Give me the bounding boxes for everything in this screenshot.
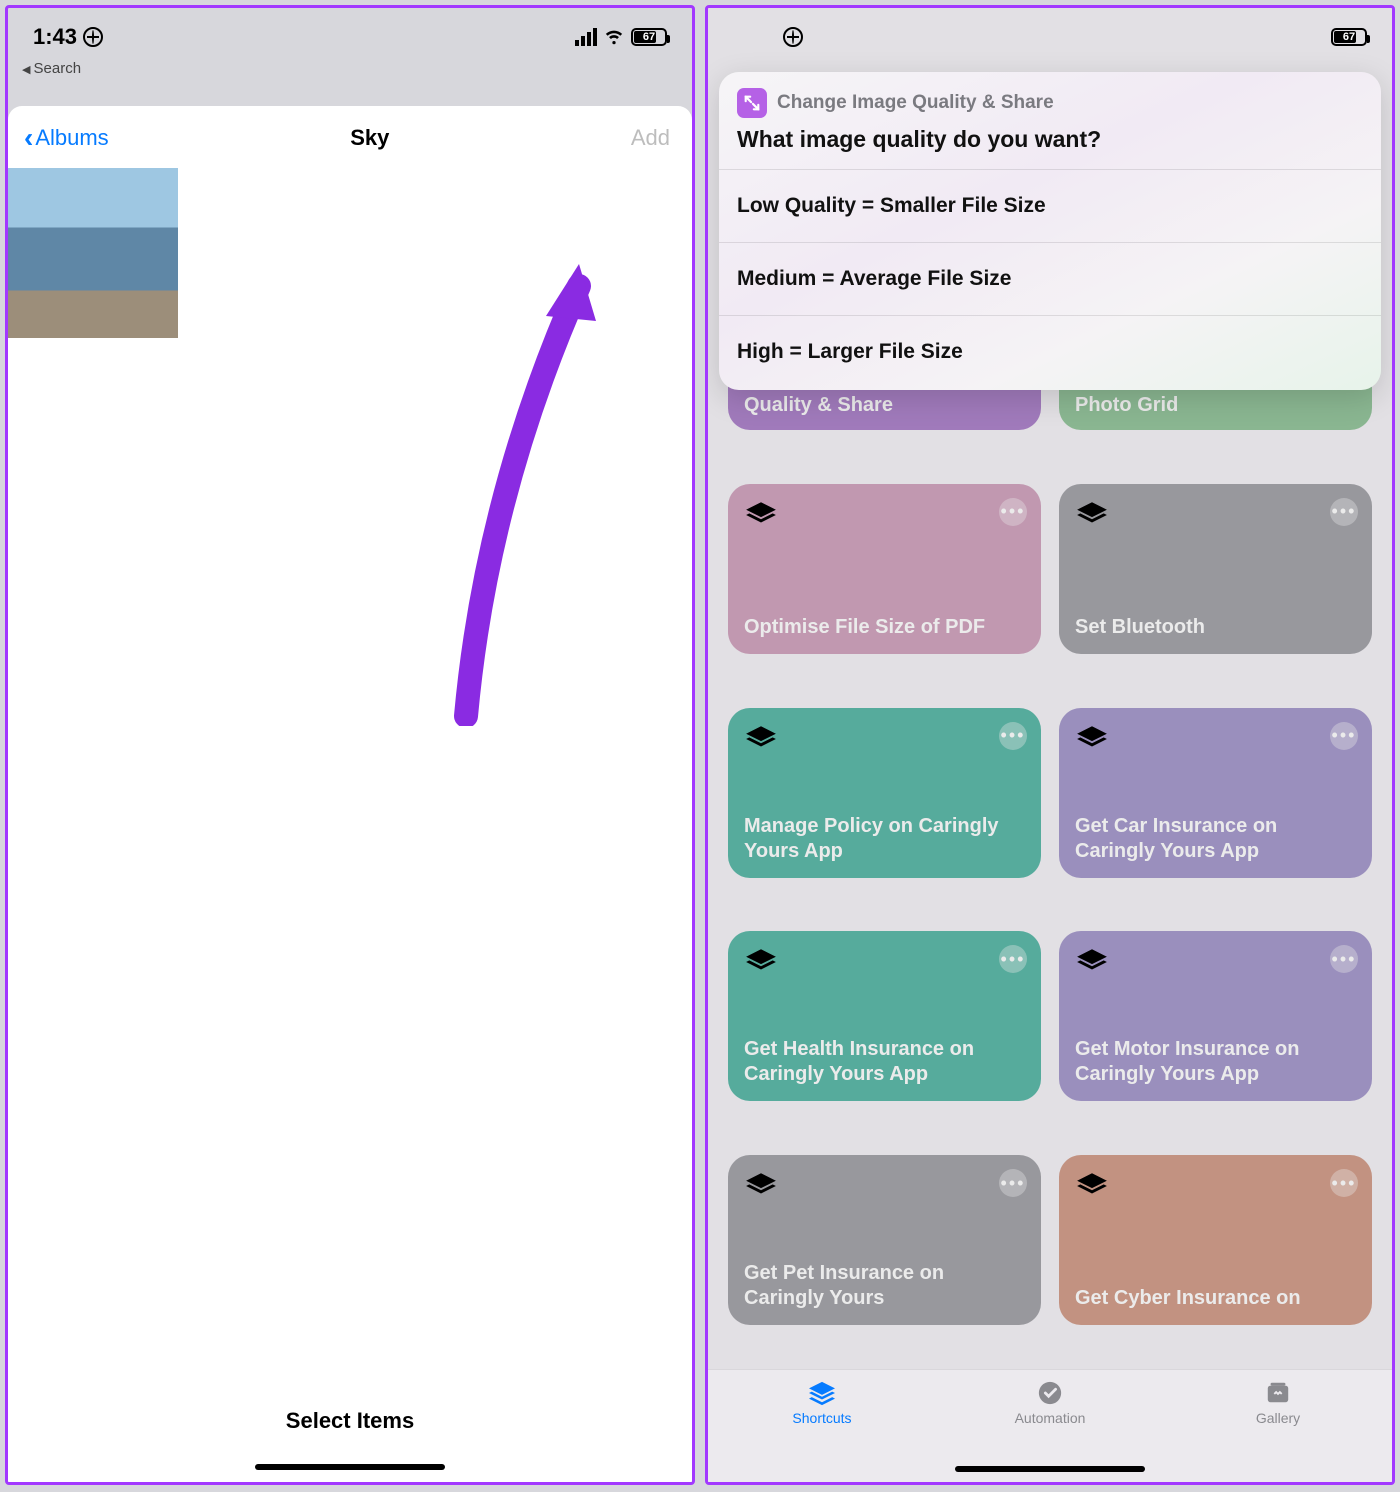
globe-icon: [783, 27, 803, 47]
sheet-app-name: Change Image Quality & Share: [777, 92, 1054, 114]
shortcut-label: Get Health Insurance on Caringly Yours A…: [744, 1037, 1025, 1087]
battery-icon: 67: [631, 28, 667, 46]
sheet-option-high[interactable]: High = Larger File Size: [719, 315, 1381, 390]
shortcut-label: Get Cyber Insurance on: [1075, 1286, 1356, 1311]
shortcut-label: Optimise File Size of PDF: [744, 615, 1025, 640]
back-to-app[interactable]: Search: [8, 56, 692, 81]
shortcut-card[interactable]: ••• Get Health Insurance on Caringly Your…: [728, 931, 1041, 1101]
cellular-icon: [575, 28, 597, 46]
more-icon[interactable]: •••: [999, 1169, 1027, 1197]
shortcut-label: Get Pet Insurance on Caringly Yours: [744, 1261, 1025, 1311]
clock: 1:43: [33, 24, 77, 50]
shortcut-label: Get Car Insurance on Caringly Yours App: [1075, 814, 1356, 864]
phone-left: 1:43 67 Search ‹ Albums Sky Add Select I…: [5, 5, 695, 1485]
home-indicator[interactable]: [955, 1466, 1145, 1472]
shortcut-card[interactable]: ••• Get Pet Insurance on Caringly Yours: [728, 1155, 1041, 1325]
shortcut-card[interactable]: ••• Manage Policy on Caringly Yours App: [728, 708, 1041, 878]
shortcut-card[interactable]: ••• Optimise File Size of PDF: [728, 484, 1041, 654]
chevron-left-icon: ‹: [24, 122, 33, 154]
tab-label: Gallery: [1256, 1410, 1300, 1426]
shortcut-card[interactable]: ••• Get Motor Insurance on Caringly Yours…: [1059, 931, 1372, 1101]
tab-label: Shortcuts: [792, 1410, 851, 1426]
sheet-option-low[interactable]: Low Quality = Smaller File Size: [719, 169, 1381, 242]
shortcut-app-icon: [737, 88, 767, 118]
sheet-question: What image quality do you want?: [719, 126, 1381, 169]
page-title: Sky: [350, 125, 389, 151]
more-icon[interactable]: •••: [999, 722, 1027, 750]
quality-prompt-sheet: Change Image Quality & Share What image …: [719, 72, 1381, 390]
shortcut-label: Get Motor Insurance on Caringly Yours Ap…: [1075, 1037, 1356, 1087]
tab-shortcuts[interactable]: Shortcuts: [708, 1370, 936, 1482]
home-indicator[interactable]: [255, 1464, 445, 1470]
shortcut-label: Photo Grid: [1075, 393, 1356, 418]
phone-right: 1:43 67 Search Quality & SharePhoto Grid…: [705, 5, 1395, 1485]
shortcuts-grid: Quality & Share Photo Grid ••• Optimise Fil…: [720, 358, 1380, 1369]
wifi-icon: [603, 24, 625, 51]
shortcut-label: Manage Policy on Caringly Yours App: [744, 814, 1025, 864]
globe-icon: [83, 27, 103, 47]
back-albums-button[interactable]: ‹ Albums: [24, 122, 109, 154]
more-icon[interactable]: •••: [1330, 945, 1358, 973]
select-items-button[interactable]: Select Items: [8, 1408, 692, 1434]
add-button[interactable]: Add: [631, 125, 670, 151]
tab-gallery[interactable]: Gallery: [1164, 1370, 1392, 1482]
back-label: Albums: [35, 125, 108, 151]
annotation-arrow-icon: [396, 246, 616, 726]
tab-label: Automation: [1015, 1410, 1086, 1426]
status-bar: 1:43 67: [8, 8, 692, 56]
more-icon[interactable]: •••: [1330, 1169, 1358, 1197]
shortcut-card[interactable]: ••• Get Cyber Insurance on: [1059, 1155, 1372, 1325]
battery-icon: 67: [1331, 28, 1367, 46]
photos-album-view: ‹ Albums Sky Add Select Items: [8, 106, 692, 1482]
photo-thumbnail[interactable]: [8, 168, 178, 338]
shortcut-card[interactable]: ••• Set Bluetooth: [1059, 484, 1372, 654]
shortcut-label: Set Bluetooth: [1075, 615, 1356, 640]
more-icon[interactable]: •••: [1330, 722, 1358, 750]
shortcut-label: Quality & Share: [744, 393, 1025, 418]
more-icon[interactable]: •••: [999, 498, 1027, 526]
more-icon[interactable]: •••: [1330, 498, 1358, 526]
sheet-option-medium[interactable]: Medium = Average File Size: [719, 242, 1381, 315]
more-icon[interactable]: •••: [999, 945, 1027, 973]
shortcut-card[interactable]: ••• Get Car Insurance on Caringly Yours A…: [1059, 708, 1372, 878]
